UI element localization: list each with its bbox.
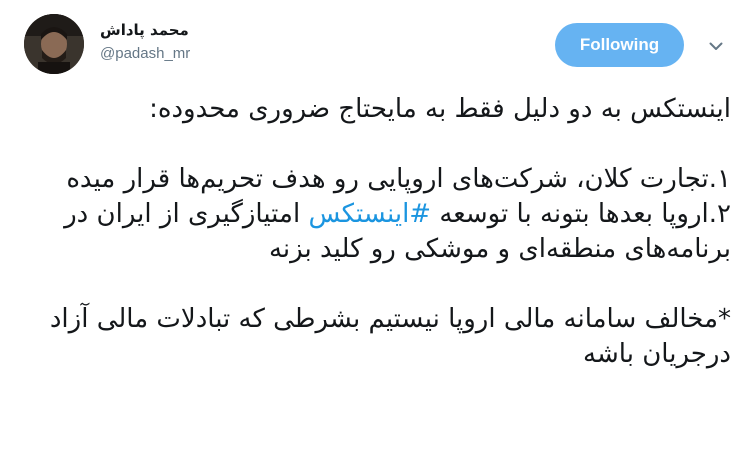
avatar[interactable] (24, 14, 84, 74)
line-break (31, 267, 731, 302)
tweet-line-note: *مخالف سامانه مالی اروپا نیستیم بشرطی که… (49, 304, 731, 369)
avatar-image (24, 14, 84, 74)
tweet-text: اینستکس به دو دلیل فقط به مایحتاج ضروری … (31, 92, 731, 372)
author-info: محمد پاداش @padash_mr (100, 20, 190, 64)
line-break (31, 127, 731, 162)
tweet-line-point-1: ۱.تجارت کلان، شرکت‌های اروپایی رو هدف تح… (66, 164, 731, 194)
tweet-line-point-2: ۲.اروپا بعدها بتونه با توسعه #اینستکس ام… (31, 197, 731, 267)
display-name[interactable]: محمد پاداش (100, 20, 190, 40)
tweet-card: محمد پاداش @padash_mr Following اینستکس … (0, 0, 755, 461)
hashtag-link[interactable]: #اینستکس (308, 199, 431, 229)
point-2-text-start: ۲.اروپا بعدها بتونه با توسعه (431, 199, 731, 229)
username[interactable]: @padash_mr (100, 44, 190, 64)
tweet-line-intro: اینستکس به دو دلیل فقط به مایحتاج ضروری … (149, 94, 731, 124)
chevron-down-icon[interactable] (705, 36, 727, 56)
following-button[interactable]: Following (555, 23, 684, 67)
